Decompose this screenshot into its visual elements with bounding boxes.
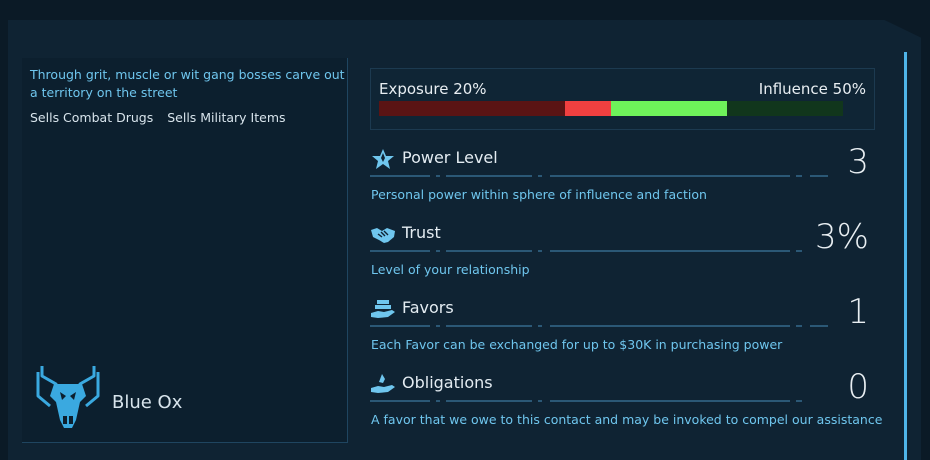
stat-value: 0 xyxy=(847,367,869,407)
exposure-remaining-segment xyxy=(379,101,565,116)
stat-title: Power Level xyxy=(402,148,498,167)
contact-description: Through grit, muscle or wit gang bosses … xyxy=(30,67,345,100)
relationship-bar-box: Exposure 20% Influence 50% xyxy=(370,68,875,130)
handshake-icon xyxy=(371,228,395,243)
exposure-label: Exposure 20% xyxy=(379,80,487,98)
stat-title: Obligations xyxy=(402,373,493,392)
tag-military-items: Sells Military Items xyxy=(167,110,286,125)
power-star-icon xyxy=(372,149,394,169)
contact-tags: Sells Combat Drugs Sells Military Items xyxy=(30,110,286,125)
obligation-hand-icon xyxy=(371,374,395,393)
stat-value: 1 xyxy=(847,292,869,332)
stat-favors: Favors 1 Each Favor can be exchanged for… xyxy=(370,292,875,368)
relationship-bar xyxy=(379,101,843,116)
influence-remaining-segment xyxy=(726,101,843,116)
stat-divider xyxy=(370,325,828,327)
contact-name: Blue Ox xyxy=(112,392,183,413)
stat-power-level: Power Level 3 Personal power within sphe… xyxy=(370,142,875,218)
exposure-segment xyxy=(564,101,611,116)
scroll-accent-bar[interactable] xyxy=(904,52,907,460)
stat-trust: Trust 3% Level of your relationship xyxy=(370,217,875,293)
influence-segment xyxy=(610,101,727,116)
stat-divider xyxy=(370,250,802,252)
favor-hand-icon xyxy=(371,300,395,318)
stat-description: A favor that we owe to this contact and … xyxy=(371,412,883,427)
contact-info-card: Through grit, muscle or wit gang bosses … xyxy=(22,58,348,443)
stat-description: Each Favor can be exchanged for up to $3… xyxy=(371,337,783,352)
stat-title: Trust xyxy=(402,223,441,242)
stat-description: Personal power within sphere of influenc… xyxy=(371,187,707,202)
stat-divider xyxy=(370,175,828,177)
ox-skull-icon xyxy=(36,366,100,428)
stat-value: 3 xyxy=(847,142,869,182)
stat-obligations: Obligations 0 A favor that we owe to thi… xyxy=(370,367,882,443)
stat-description: Level of your relationship xyxy=(371,262,530,277)
stat-title: Favors xyxy=(402,298,454,317)
influence-label: Influence 50% xyxy=(758,80,866,98)
tag-combat-drugs: Sells Combat Drugs xyxy=(30,110,154,125)
stat-divider xyxy=(370,400,802,402)
